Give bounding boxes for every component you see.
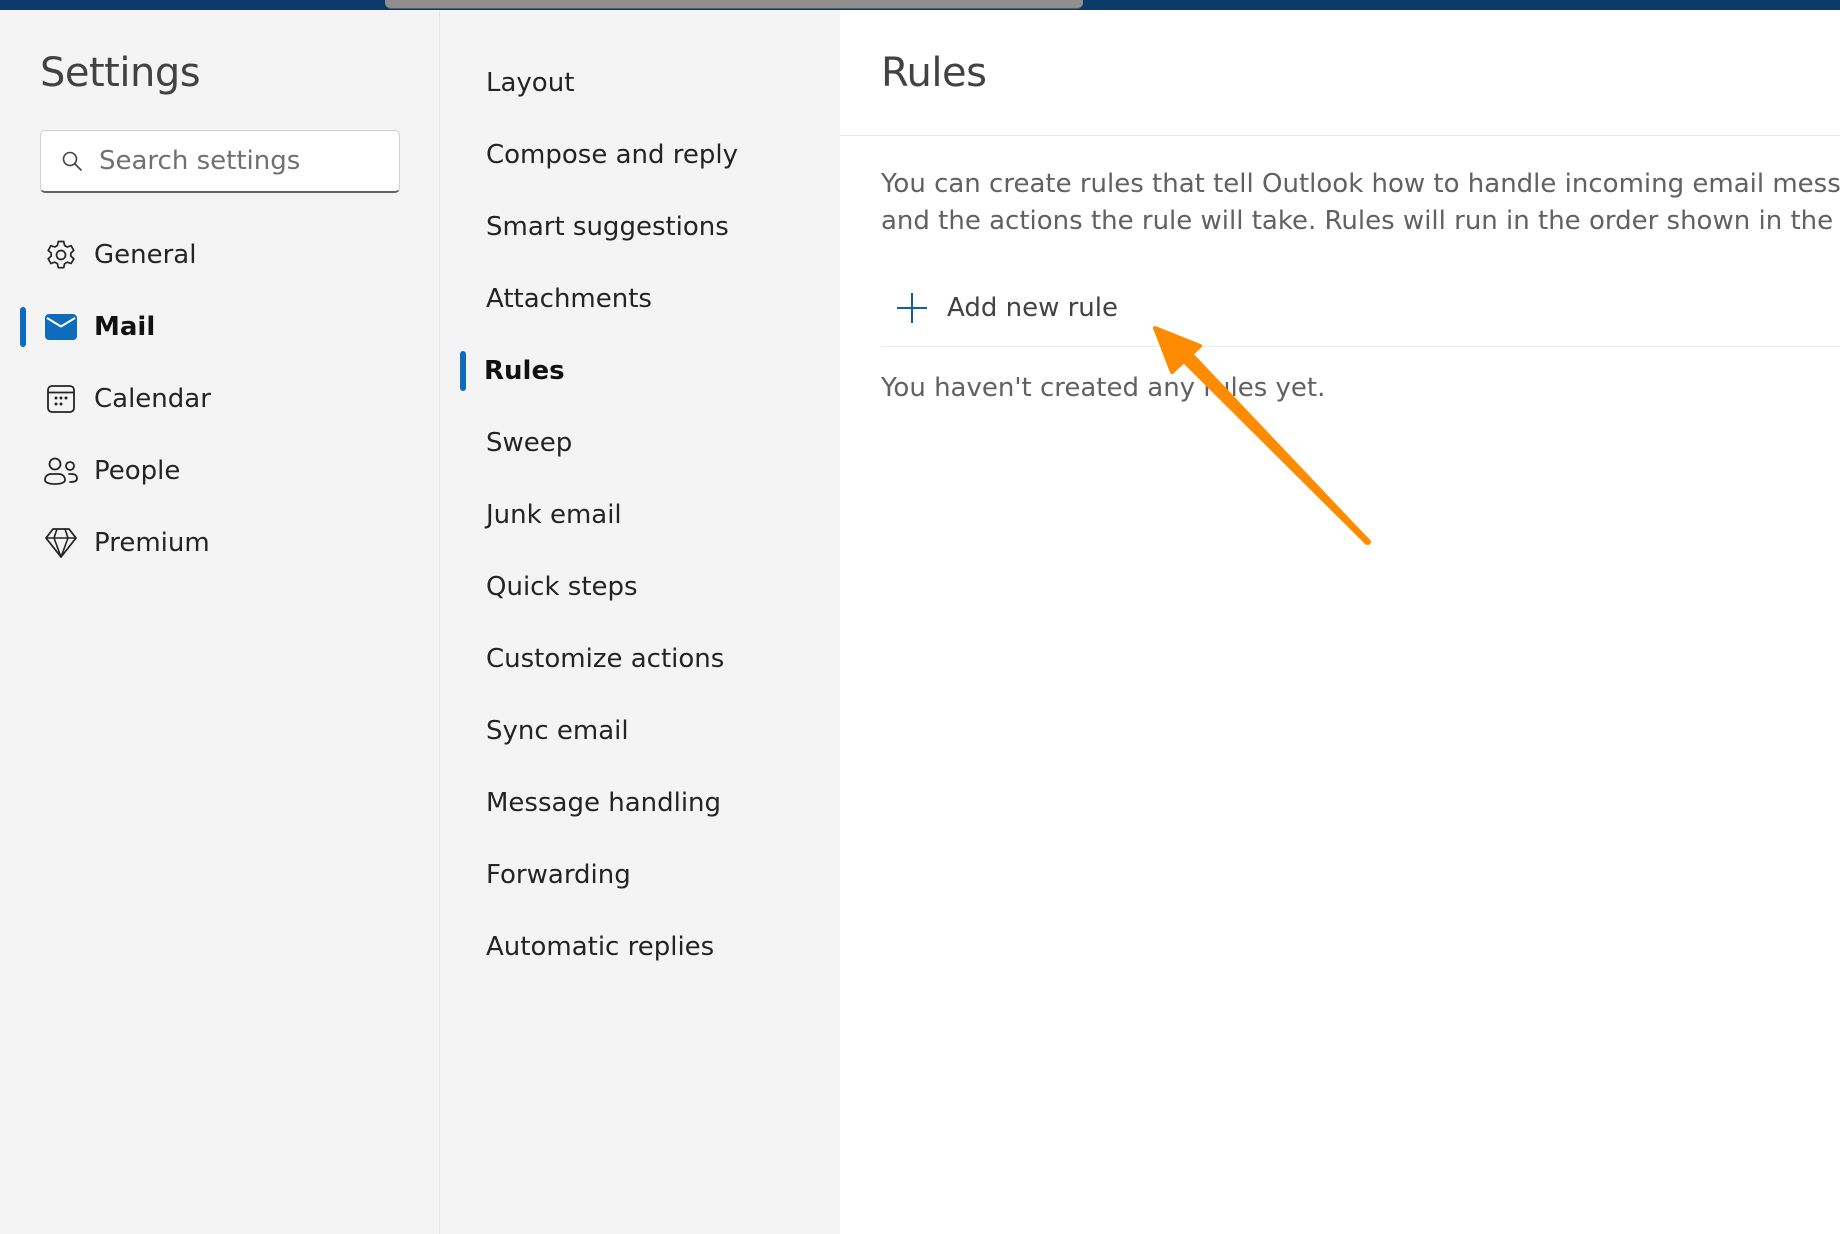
people-icon — [43, 453, 79, 489]
subnav-item-label: Message handling — [486, 788, 722, 818]
add-new-rule-button[interactable]: Add new rule — [881, 278, 1118, 338]
subnav-item-customize-actions[interactable]: Customize actions — [440, 629, 840, 689]
settings-left-pane: Settings General Mail — [0, 10, 440, 1234]
browser-tab-strip[interactable] — [385, 0, 1083, 9]
rules-description-line: You can create rules that tell Outlook h… — [881, 169, 1840, 199]
subnav-item-compose-and-reply[interactable]: Compose and reply — [440, 125, 840, 185]
header-divider — [840, 135, 1840, 136]
subnav-item-label: Attachments — [486, 284, 652, 314]
empty-rules-message: You haven't created any rules yet. — [881, 373, 1326, 403]
nav-item-premium[interactable]: Premium — [0, 513, 440, 573]
subnav-item-smart-suggestions[interactable]: Smart suggestions — [440, 197, 840, 257]
page-title: Rules — [881, 50, 987, 96]
subnav-item-automatic-replies[interactable]: Automatic replies — [440, 917, 840, 977]
active-indicator — [20, 307, 26, 347]
nav-item-label: Premium — [94, 528, 210, 558]
mail-settings-subnav: Layout Compose and reply Smart suggestio… — [440, 10, 840, 1234]
nav-item-calendar[interactable]: Calendar — [0, 369, 440, 429]
subnav-item-label: Automatic replies — [486, 932, 715, 962]
subnav-item-label: Forwarding — [486, 860, 631, 890]
nav-item-general[interactable]: General — [0, 225, 440, 285]
subnav-item-label: Junk email — [486, 500, 622, 530]
search-settings-input[interactable] — [99, 146, 369, 176]
subnav-item-label: Smart suggestions — [486, 212, 729, 242]
active-indicator — [460, 351, 466, 391]
subnav-item-attachments[interactable]: Attachments — [440, 269, 840, 329]
calendar-icon — [43, 381, 79, 417]
plus-icon — [895, 291, 929, 325]
settings-title: Settings — [40, 50, 201, 96]
add-new-rule-label: Add new rule — [947, 293, 1118, 323]
subnav-item-sync-email[interactable]: Sync email — [440, 701, 840, 761]
gear-icon — [43, 237, 79, 273]
nav-item-people[interactable]: People — [0, 441, 440, 501]
search-settings-field[interactable] — [40, 130, 400, 193]
subnav-item-label: Layout — [486, 68, 575, 98]
subnav-item-label: Customize actions — [486, 644, 725, 674]
list-divider — [881, 346, 1840, 347]
diamond-icon — [43, 525, 79, 561]
subnav-item-message-handling[interactable]: Message handling — [440, 773, 840, 833]
mail-icon — [43, 309, 79, 345]
rules-content-pane: Rules You can create rules that tell Out… — [840, 10, 1840, 1234]
subnav-item-sweep[interactable]: Sweep — [440, 413, 840, 473]
subnav-item-label: Sync email — [486, 716, 629, 746]
subnav-item-quick-steps[interactable]: Quick steps — [440, 557, 840, 617]
subnav-item-label: Rules — [484, 356, 565, 386]
search-icon — [61, 150, 83, 172]
rules-description: You can create rules that tell Outlook h… — [881, 166, 1840, 240]
rules-description-line: and the actions the rule will take. Rule… — [881, 206, 1840, 236]
subnav-item-label: Quick steps — [486, 572, 638, 602]
subnav-item-label: Sweep — [486, 428, 573, 458]
nav-item-label: Calendar — [94, 384, 211, 414]
subnav-item-layout[interactable]: Layout — [440, 53, 840, 113]
nav-item-label: General — [94, 240, 197, 270]
nav-item-label: People — [94, 456, 181, 486]
nav-item-label: Mail — [94, 312, 156, 342]
browser-top-bar — [0, 0, 1840, 10]
nav-item-mail[interactable]: Mail — [0, 297, 440, 357]
subnav-item-forwarding[interactable]: Forwarding — [440, 845, 840, 905]
subnav-item-rules[interactable]: Rules — [440, 341, 840, 401]
subnav-item-junk-email[interactable]: Junk email — [440, 485, 840, 545]
subnav-item-label: Compose and reply — [486, 140, 739, 170]
